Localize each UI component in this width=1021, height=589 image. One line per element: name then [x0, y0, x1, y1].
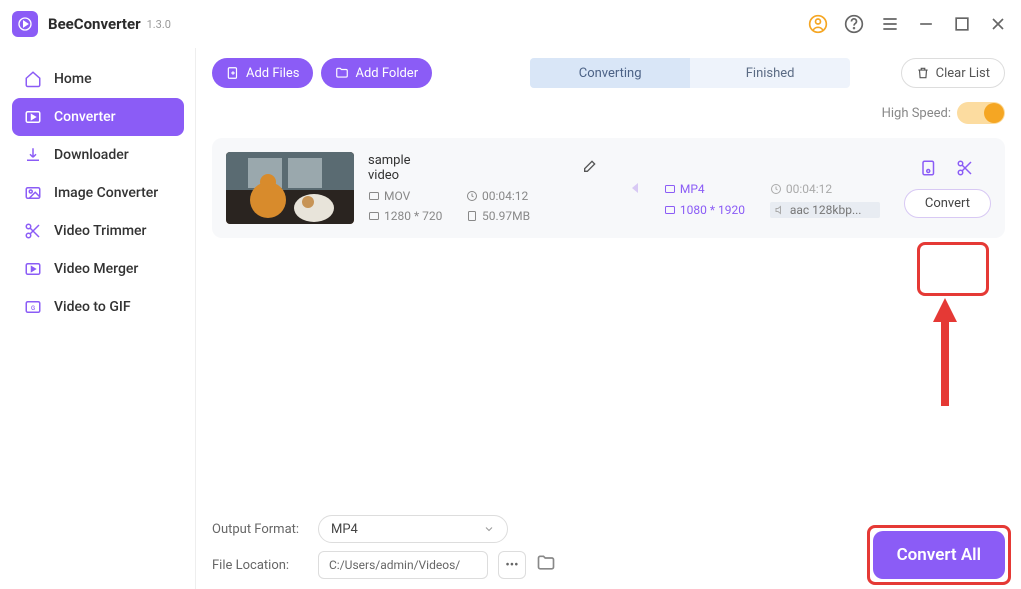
sidebar-item-video-trimmer[interactable]: Video Trimmer: [12, 212, 184, 250]
title-bar: BeeConverter 1.3.0: [0, 0, 1021, 48]
scissors-icon[interactable]: [956, 159, 974, 181]
app-logo-icon: [12, 11, 38, 37]
input-size: 50.97MB: [466, 209, 556, 223]
video-thumbnail: [226, 152, 354, 224]
sidebar-item-converter[interactable]: Converter: [12, 98, 184, 136]
settings-icon[interactable]: [920, 159, 938, 181]
open-folder-icon[interactable]: [536, 553, 556, 577]
tab-converting[interactable]: Converting: [530, 58, 690, 88]
task-title: sample video: [368, 153, 432, 183]
app-title: BeeConverter: [48, 15, 141, 33]
output-audio[interactable]: aac 128kbp...: [770, 202, 880, 218]
merger-icon: [24, 260, 42, 278]
sidebar-item-label: Converter: [54, 109, 116, 125]
minimize-icon[interactable]: [915, 13, 937, 35]
input-duration: 00:04:12: [466, 189, 556, 203]
input-resolution: 1280 * 720: [368, 209, 460, 223]
browse-button[interactable]: •••: [498, 551, 526, 579]
close-icon[interactable]: [987, 13, 1009, 35]
tab-finished[interactable]: Finished: [690, 58, 850, 88]
image-icon: [24, 184, 42, 202]
gif-icon: G: [24, 298, 42, 316]
add-files-label: Add Files: [246, 66, 299, 81]
sidebar-item-label: Home: [54, 71, 92, 87]
sidebar-item-image-converter[interactable]: Image Converter: [12, 174, 184, 212]
sidebar-item-home[interactable]: Home: [12, 60, 184, 98]
chevron-down-icon: [483, 523, 495, 535]
output-format-value: MP4: [331, 522, 358, 537]
file-location-value: C:/Users/admin/Videos/: [318, 551, 488, 579]
high-speed-toggle[interactable]: [957, 102, 1005, 124]
bottom-bar: Output Format: MP4 File Location: C:/Use…: [212, 507, 1005, 579]
sidebar: Home Converter Downloader Image Converte…: [0, 48, 196, 589]
output-format[interactable]: MP4: [664, 182, 764, 196]
download-icon: [24, 146, 42, 164]
sidebar-item-downloader[interactable]: Downloader: [12, 136, 184, 174]
sidebar-item-label: Video to GIF: [54, 299, 131, 315]
output-info: MP4 00:04:12 1080 * 1920 aac 128kbp...: [664, 158, 890, 218]
convert-all-button[interactable]: Convert All: [873, 531, 1005, 579]
help-icon[interactable]: [843, 13, 865, 35]
add-folder-label: Add Folder: [355, 66, 418, 81]
trimmer-icon: [24, 222, 42, 240]
output-format-select[interactable]: MP4: [318, 515, 508, 543]
clear-list-button[interactable]: Clear List: [901, 58, 1005, 88]
svg-text:G: G: [31, 305, 35, 312]
sidebar-item-label: Downloader: [54, 147, 129, 163]
sidebar-item-label: Image Converter: [54, 185, 158, 201]
convert-button[interactable]: Convert: [904, 189, 991, 218]
sidebar-item-label: Video Trimmer: [54, 223, 147, 239]
add-folder-button[interactable]: Add Folder: [321, 58, 432, 88]
task-card: sample video MOV 00:04:12 1280 * 720 50.…: [212, 138, 1005, 238]
add-files-button[interactable]: Add Files: [212, 58, 313, 88]
app-version: 1.3.0: [147, 18, 171, 31]
clear-list-label: Clear List: [936, 66, 990, 81]
content-area: Add Files Add Folder Converting Finished…: [196, 48, 1021, 589]
high-speed-label: High Speed:: [882, 106, 951, 121]
input-format: MOV: [368, 189, 460, 203]
sidebar-item-label: Video Merger: [54, 261, 138, 277]
user-icon[interactable]: [807, 13, 829, 35]
edit-icon[interactable]: [582, 158, 598, 178]
home-icon: [24, 70, 42, 88]
output-format-label: Output Format:: [212, 522, 308, 537]
sidebar-item-video-merger[interactable]: Video Merger: [12, 250, 184, 288]
tab-segment: Converting Finished: [530, 58, 850, 88]
maximize-icon[interactable]: [951, 13, 973, 35]
sidebar-item-video-to-gif[interactable]: G Video to GIF: [12, 288, 184, 326]
menu-icon[interactable]: [879, 13, 901, 35]
output-duration: 00:04:12: [770, 182, 890, 196]
converter-icon: [24, 108, 42, 126]
file-location-label: File Location:: [212, 558, 308, 573]
arrow-icon: [612, 179, 650, 197]
output-resolution[interactable]: 1080 * 1920: [664, 202, 764, 218]
